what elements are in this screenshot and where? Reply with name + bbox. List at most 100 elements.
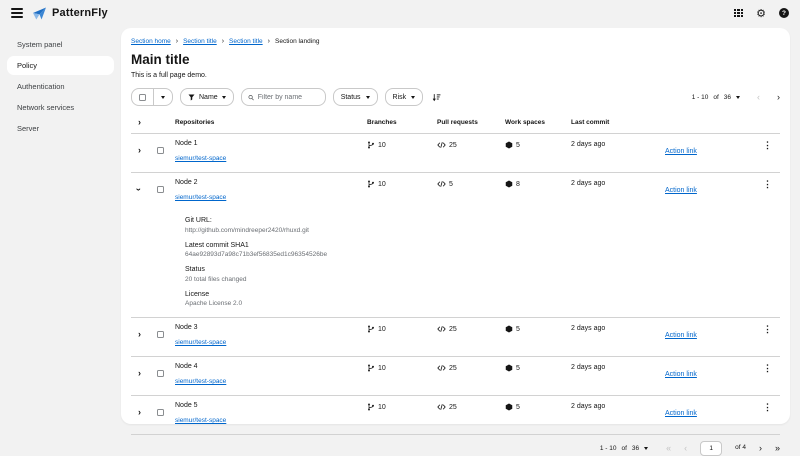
masthead-utilities: ⚙ ? — [734, 8, 789, 19]
help-icon[interactable]: ? — [779, 8, 789, 18]
expand-row-icon[interactable]: › — [131, 408, 141, 417]
kebab-menu-icon[interactable]: ⋮ — [755, 140, 780, 150]
git-url-value: http://github.com/mindreeper2420/rhuxd.g… — [185, 227, 780, 234]
risk-filter-dropdown[interactable]: Risk — [385, 88, 424, 106]
repository-name: Node 1 — [175, 140, 367, 147]
pull-requests-count: 25 — [449, 326, 457, 333]
pagination-range: 1 - 10 — [692, 94, 709, 101]
pagination-total: 36 — [632, 445, 639, 452]
sidebar-item-server[interactable]: Server — [7, 119, 114, 138]
caret-down-icon — [161, 96, 165, 99]
action-link[interactable]: Action link — [665, 186, 697, 194]
kebab-menu-icon[interactable]: ⋮ — [755, 402, 780, 412]
expand-all-icon[interactable]: › — [131, 118, 141, 127]
page-main-section: Section home › Section title › Section t… — [121, 28, 790, 424]
row-checkbox[interactable] — [157, 409, 164, 416]
column-header-pull-requests: Pull requests — [437, 119, 505, 126]
settings-gear-icon[interactable]: ⚙ — [756, 8, 766, 19]
kebab-menu-icon[interactable]: ⋮ — [755, 324, 780, 334]
pagination-bottom-nav: « ‹ of 4 › » — [666, 441, 780, 456]
kebab-menu-icon[interactable]: ⋮ — [755, 363, 780, 373]
filter-search-box — [241, 88, 326, 106]
previous-page-button[interactable]: ‹ — [757, 93, 760, 102]
action-link[interactable]: Action link — [665, 409, 697, 417]
workspace-link[interactable]: siemur/test-space — [175, 194, 226, 201]
expand-row-icon[interactable]: › — [131, 146, 141, 155]
branches-count: 10 — [378, 181, 386, 188]
next-page-button[interactable]: › — [777, 93, 780, 102]
pull-requests-count: 5 — [449, 181, 453, 188]
workspace-link[interactable]: siemur/test-space — [175, 378, 226, 385]
row-checkbox[interactable] — [157, 186, 164, 193]
code-branch-icon — [367, 325, 375, 333]
pagination-menu-toggle[interactable]: 1 - 10 of 36 — [600, 445, 648, 452]
search-input[interactable] — [258, 94, 319, 101]
commit-sha-label: Latest commit SHA1 — [185, 242, 780, 249]
table-row: › Node 1siemur/test-space 10 25 5 2 days… — [131, 134, 780, 173]
workspace-link[interactable]: siemur/test-space — [175, 339, 226, 346]
name-filter-label: Name — [199, 94, 218, 101]
work-spaces-count: 5 — [516, 326, 520, 333]
repository-name: Node 2 — [175, 179, 367, 186]
total-pages-label: of 4 — [735, 445, 746, 452]
work-spaces-count: 8 — [516, 181, 520, 188]
pagination-range: 1 - 10 — [600, 445, 617, 452]
brand-logo[interactable]: PatternFly — [32, 7, 108, 20]
bulk-select-checkbox[interactable] — [139, 94, 146, 101]
last-commit: 2 days ago — [571, 363, 665, 371]
repository-name: Node 4 — [175, 363, 367, 370]
first-page-button[interactable]: « — [666, 444, 671, 453]
bulk-select-toggle[interactable] — [153, 89, 172, 105]
bulk-select-split-button — [131, 88, 173, 106]
code-icon — [437, 141, 446, 149]
breadcrumb-link[interactable]: Section title — [229, 38, 263, 45]
work-spaces-count: 5 — [516, 404, 520, 411]
cube-icon — [505, 180, 513, 188]
current-page-input[interactable] — [700, 441, 722, 456]
name-filter-dropdown[interactable]: Name — [180, 88, 234, 106]
masthead: PatternFly ⚙ ? — [0, 0, 800, 26]
pagination-bottom: 1 - 10 of 36 « ‹ of 4 › » — [131, 441, 780, 456]
kebab-menu-icon[interactable]: ⋮ — [755, 179, 780, 189]
nav-toggle-hamburger-icon[interactable] — [11, 8, 23, 18]
chevron-right-icon: › — [222, 38, 224, 45]
sidebar-nav: System panel Policy Authentication Netwo… — [0, 26, 121, 450]
last-commit: 2 days ago — [571, 324, 665, 332]
workspace-link[interactable]: siemur/test-space — [175, 417, 226, 424]
last-page-button[interactable]: » — [775, 444, 780, 453]
last-commit: 2 days ago — [571, 179, 665, 187]
patternfly-logo-icon — [32, 7, 47, 20]
row-checkbox[interactable] — [157, 370, 164, 377]
work-spaces-count: 5 — [516, 142, 520, 149]
row-checkbox[interactable] — [157, 147, 164, 154]
caret-down-icon — [736, 96, 740, 99]
breadcrumb-link[interactable]: Section title — [183, 38, 217, 45]
sidebar-item-network-services[interactable]: Network services — [7, 98, 114, 117]
next-page-button[interactable]: › — [759, 444, 762, 453]
expand-row-icon[interactable]: › — [131, 330, 141, 339]
action-link[interactable]: Action link — [665, 331, 697, 339]
row-checkbox[interactable] — [157, 331, 164, 338]
workspace-link[interactable]: siemur/test-space — [175, 155, 226, 162]
sidebar-item-policy[interactable]: Policy — [7, 56, 114, 75]
pagination-menu-toggle[interactable]: 1 - 10 of 36 — [692, 94, 740, 101]
sidebar-item-authentication[interactable]: Authentication — [7, 77, 114, 96]
sort-button[interactable] — [430, 93, 443, 102]
cube-icon — [505, 364, 513, 372]
previous-page-button[interactable]: ‹ — [684, 444, 687, 453]
breadcrumb-link[interactable]: Section home — [131, 38, 171, 45]
code-icon — [437, 325, 446, 333]
app-launcher-icon[interactable] — [734, 9, 743, 18]
branches-count: 10 — [378, 365, 386, 372]
cube-icon — [505, 325, 513, 333]
expand-row-icon[interactable]: › — [131, 369, 141, 378]
code-icon — [437, 403, 446, 411]
action-link[interactable]: Action link — [665, 147, 697, 155]
collapse-row-icon[interactable]: › — [134, 188, 143, 191]
bulk-select-checkbox-segment[interactable] — [132, 89, 153, 105]
action-link[interactable]: Action link — [665, 370, 697, 378]
caret-down-icon — [222, 96, 226, 99]
status-filter-dropdown[interactable]: Status — [333, 88, 378, 106]
repositories-table: › Repositories Branches Pull requests Wo… — [131, 114, 780, 435]
sidebar-item-system-panel[interactable]: System panel — [7, 35, 114, 54]
